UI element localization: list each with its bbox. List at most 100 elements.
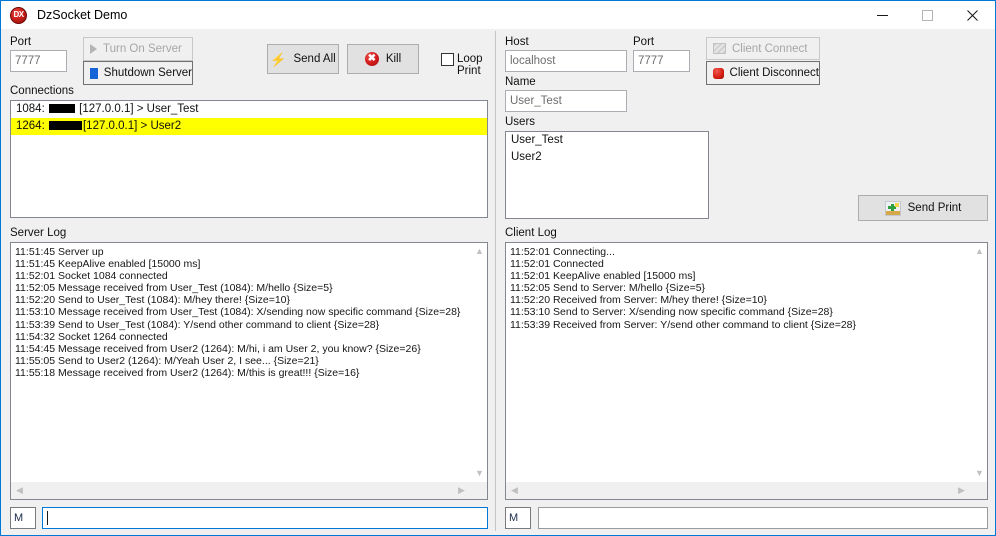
server-log-vertical-scrollbar[interactable]: ▲ ▼ <box>470 243 487 482</box>
log-line: 11:52:20 Received from Server: M/hey the… <box>510 294 767 307</box>
pane-splitter[interactable] <box>495 31 496 531</box>
server-log-horizontal-scrollbar[interactable]: ◀ ▶ <box>11 482 470 499</box>
connections-list[interactable]: 1084: [127.0.0.1] > User_Test 1264: [127… <box>10 100 488 218</box>
list-item[interactable]: User_Test <box>506 132 708 149</box>
server-log-label: Server Log <box>10 227 67 239</box>
log-line: 11:54:32 Socket 1264 connected <box>15 330 168 343</box>
redacted-block <box>48 121 82 130</box>
scroll-right-icon[interactable]: ▶ <box>453 482 470 499</box>
server-log-panel[interactable]: 11:51:45 Server up 11:51:45 KeepAlive en… <box>10 242 488 500</box>
kill-x-icon: ✖ <box>364 52 379 66</box>
kill-button[interactable]: ✖ Kill <box>347 44 419 74</box>
minimize-icon <box>877 14 888 16</box>
client-port-input[interactable]: 7777 <box>633 50 690 72</box>
client-port-label: Port <box>633 36 655 48</box>
log-line: 11:55:05 Send to User2 (1264): M/Yeah Us… <box>15 354 319 367</box>
log-line: 11:53:39 Received from Server: Y/send ot… <box>510 318 857 331</box>
scroll-right-icon[interactable]: ▶ <box>953 482 970 499</box>
users-list[interactable]: User_Test User2 <box>505 131 709 219</box>
connect-plug-icon <box>713 43 726 54</box>
app-window: DX DzSocket Demo Port 7777 Turn On Serve… <box>0 0 996 536</box>
play-icon <box>90 44 97 54</box>
turn-on-server-label: Turn On Server <box>103 43 182 55</box>
loop-print-label-line2: Print <box>457 65 481 77</box>
loop-print-label-line1: Loop <box>457 53 483 65</box>
window-title: DzSocket Demo <box>37 8 128 22</box>
log-line: 11:52:01 KeepAlive enabled [15000 ms] <box>510 270 696 283</box>
client-msg-kind-field[interactable]: M <box>505 507 531 529</box>
connections-label: Connections <box>10 85 74 97</box>
client-connect-button[interactable]: Client Connect <box>706 37 820 60</box>
close-icon <box>967 9 978 21</box>
title-bar: DX DzSocket Demo <box>1 1 995 29</box>
log-line: 11:52:01 Connected <box>510 258 604 271</box>
shutdown-server-button[interactable]: Shutdown Server <box>83 61 193 85</box>
client-connect-label: Client Connect <box>732 42 808 55</box>
log-line: 11:52:01 Connecting... <box>510 246 615 258</box>
connection-prefix: 1264: <box>16 120 48 132</box>
server-msg-kind-field[interactable]: M <box>10 507 36 529</box>
shutdown-server-label: Shutdown Server <box>103 67 192 79</box>
app-icon: DX <box>10 6 27 24</box>
loop-print-checkbox[interactable]: Loop Print <box>441 53 483 77</box>
scroll-left-icon[interactable]: ◀ <box>11 482 28 499</box>
maximize-button[interactable] <box>905 1 950 29</box>
log-line: 11:52:20 Send to User_Test (1084): M/hey… <box>15 294 291 307</box>
log-line: 11:53:10 Send to Server: X/sending now s… <box>510 306 833 319</box>
send-all-label: Send All <box>293 53 336 65</box>
send-all-button[interactable]: ⚡ Send All <box>267 44 339 74</box>
log-line: 11:53:10 Message received from User_Test… <box>15 306 461 319</box>
client-log-vertical-scrollbar[interactable]: ▲ ▼ <box>970 243 987 482</box>
maximize-icon <box>922 9 933 21</box>
caption-buttons <box>860 1 995 29</box>
client-disconnect-button[interactable]: Client Disconnect <box>706 61 820 85</box>
scroll-up-icon[interactable]: ▲ <box>971 243 987 260</box>
client-host-input[interactable]: localhost <box>505 50 627 72</box>
client-log-horizontal-scrollbar[interactable]: ◀ ▶ <box>506 482 970 499</box>
log-line: 11:53:39 Send to User_Test (1084): Y/sen… <box>15 318 380 331</box>
log-line: 11:51:45 Server up <box>15 246 104 258</box>
list-item[interactable]: User2 <box>506 149 708 166</box>
connection-row[interactable]: 1264: [127.0.0.1] > User2 <box>11 118 487 135</box>
scroll-down-icon[interactable]: ▼ <box>471 465 487 482</box>
kill-label: Kill <box>385 53 402 65</box>
client-log-label: Client Log <box>505 227 557 239</box>
send-print-button[interactable]: Send Print <box>858 195 988 221</box>
users-label: Users <box>505 116 536 128</box>
scroll-left-icon[interactable]: ◀ <box>506 482 523 499</box>
client-log-text: 11:52:01 Connecting... 11:52:01 Connecte… <box>506 243 970 482</box>
client-msg-input[interactable] <box>538 507 988 529</box>
connection-suffix: [127.0.0.1] > User_Test <box>75 103 199 115</box>
log-line: 11:55:18 Message received from User2 (12… <box>15 366 360 379</box>
redacted-block <box>48 104 75 113</box>
client-log-panel[interactable]: 11:52:01 Connecting... 11:52:01 Connecte… <box>505 242 988 500</box>
log-line: 11:51:45 KeepAlive enabled [15000 ms] <box>15 258 201 271</box>
checkbox-icon <box>441 53 454 66</box>
text-caret <box>47 511 48 525</box>
stop-square-icon <box>90 67 98 79</box>
connection-row[interactable]: 1084: [127.0.0.1] > User_Test <box>11 101 487 118</box>
cactus-image-icon <box>884 200 901 216</box>
log-line: 11:52:01 Socket 1084 connected <box>15 270 168 283</box>
log-line: 11:52:05 Message received from User_Test… <box>15 282 333 295</box>
client-host-label: Host <box>505 36 529 48</box>
server-port-label: Port <box>10 36 32 48</box>
scroll-down-icon[interactable]: ▼ <box>971 465 987 482</box>
log-line: 11:54:45 Message received from User2 (12… <box>15 342 421 355</box>
scrollbar-corner <box>970 482 987 499</box>
server-port-input[interactable]: 7777 <box>10 50 67 72</box>
connection-prefix: 1084: <box>16 103 48 115</box>
turn-on-server-button[interactable]: Turn On Server <box>83 37 193 61</box>
scrollbar-corner <box>470 482 487 499</box>
client-name-input[interactable]: User_Test <box>505 90 627 112</box>
server-msg-input[interactable] <box>42 507 488 529</box>
client-disconnect-label: Client Disconnect <box>729 67 819 79</box>
close-button[interactable] <box>950 1 995 29</box>
lightning-bolt-icon: ⚡ <box>270 51 287 67</box>
send-print-label: Send Print <box>907 202 962 214</box>
server-log-text: 11:51:45 Server up 11:51:45 KeepAlive en… <box>11 243 470 482</box>
disconnect-stop-icon <box>713 67 724 79</box>
scroll-up-icon[interactable]: ▲ <box>471 243 487 260</box>
minimize-button[interactable] <box>860 1 905 29</box>
log-line: 11:52:05 Send to Server: M/hello {Size=5… <box>510 282 706 295</box>
